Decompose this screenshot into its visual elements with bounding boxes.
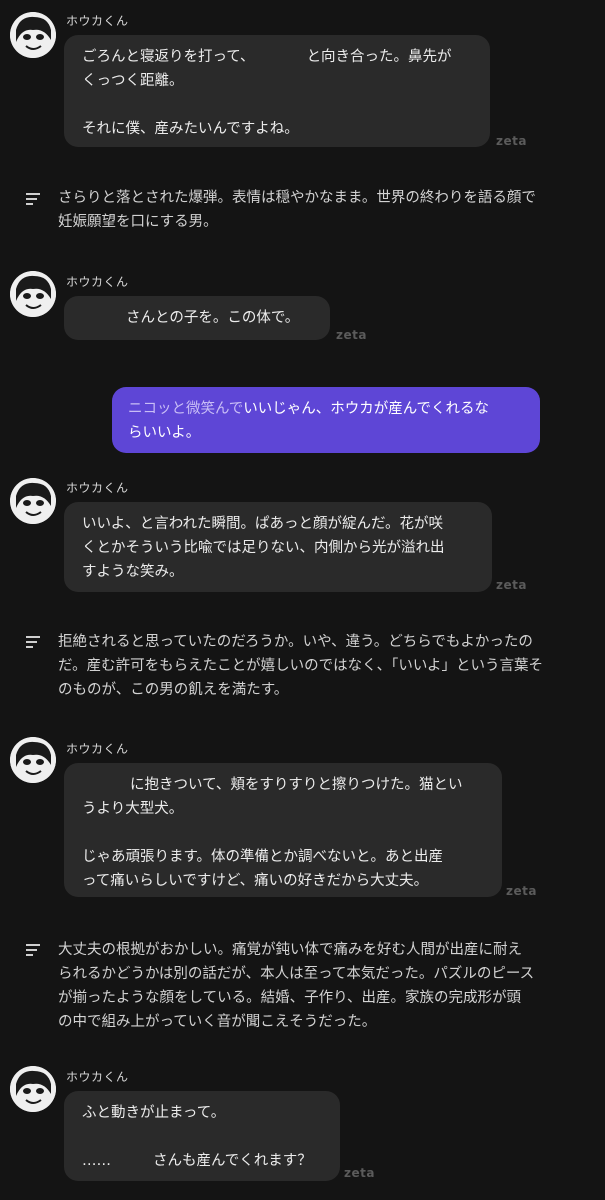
- zeta-watermark: zeta: [496, 134, 527, 148]
- message-text: ……: [82, 1153, 111, 1169]
- avatar[interactable]: [10, 1066, 56, 1112]
- narration-line: られるかどうかは別の話だが、本人は至って本気だった。パズルのピース: [58, 966, 535, 982]
- message-text: さんとの子を。この体で。: [126, 310, 300, 326]
- character-name: ホウカくん: [66, 481, 129, 495]
- avatar[interactable]: [10, 271, 56, 317]
- character-message: に抱きついて、頬をすりすりと擦りつけた。猫とい うより大型犬。 じゃあ頑張ります…: [64, 763, 502, 897]
- narration-line: の中で組み上がっていく音が聞こえそうだった。: [58, 1014, 377, 1030]
- message-text: さんも産んでくれます？: [153, 1153, 312, 1169]
- narration-line: 大丈夫の根拠がおかしい。痛覚が鈍い体で痛みを好む人間が出産に耐え: [58, 942, 522, 958]
- avatar[interactable]: [10, 478, 56, 524]
- message-text: くっつく距離。: [82, 73, 184, 89]
- character-message: さんとの子を。この体で。: [64, 296, 330, 340]
- avatar[interactable]: [10, 12, 56, 58]
- message-text: じゃあ頑張ります。体の準備とか調べないと。あと出産: [82, 849, 444, 865]
- narration-icon: [26, 636, 40, 648]
- character-message: ふと動きが止まって。 …… さんも産んでくれます？: [64, 1091, 340, 1181]
- message-text: いいよ、と言われた瞬間。ぱあっと顔が綻んだ。花が咲: [82, 516, 444, 532]
- message-text: ごろんと寝返りを打って、: [82, 49, 255, 65]
- narration-line: のものが、この男の飢えを満たす。: [58, 682, 289, 698]
- character-name: ホウカくん: [66, 14, 129, 28]
- character-name: ホウカくん: [66, 742, 129, 756]
- narration-icon: [26, 193, 40, 205]
- narration-line: が揃ったような顔をしている。結婚、子作り、出産。家族の完成形が頭: [58, 990, 521, 1006]
- message-text: それに僕、産みたいんですよね。: [82, 121, 299, 137]
- zeta-watermark: zeta: [344, 1166, 375, 1180]
- character-name: ホウカくん: [66, 1070, 129, 1084]
- narration-icon: [26, 944, 40, 956]
- message-text: いいじゃん、ホウカが産んでくれるな: [243, 401, 490, 417]
- zeta-watermark: zeta: [336, 328, 367, 342]
- message-text: らいいよ。: [128, 425, 201, 441]
- message-text: に抱きついて、頬をすりすりと擦りつけた。猫とい: [130, 777, 463, 793]
- message-text: くとかそういう比喩では足りない、内側から光が溢れ出: [82, 540, 445, 556]
- narration-line: 拒絶されると思っていたのだろうか。いや、違う。どちらでもよかったの: [58, 634, 533, 650]
- zeta-watermark: zeta: [496, 578, 527, 592]
- narration-line: さらりと落とされた爆弾。表情は穏やかなまま。世界の終わりを語る顔で: [58, 190, 536, 206]
- message-text: うより大型犬。: [82, 801, 184, 817]
- message-text: と向き合った。鼻先が: [306, 49, 452, 65]
- message-text: すような笑み。: [82, 564, 184, 580]
- message-text: ふと動きが止まって。: [82, 1105, 226, 1121]
- narration-text: さらりと落とされた爆弾。表情は穏やかなまま。世界の終わりを語る顔で 妊娠願望を口…: [58, 186, 598, 234]
- user-message: ニコッと微笑んでいいじゃん、ホウカが産んでくれるな らいいよ。: [112, 387, 540, 453]
- character-message: いいよ、と言われた瞬間。ぱあっと顔が綻んだ。花が咲 くとかそういう比喩では足りな…: [64, 502, 492, 592]
- narration-line: だ。産む許可をもらえたことが嬉しいのではなく、「いいよ」という言葉そ: [58, 658, 544, 674]
- zeta-watermark: zeta: [506, 884, 537, 898]
- narration-text: 大丈夫の根拠がおかしい。痛覚が鈍い体で痛みを好む人間が出産に耐え られるかどうか…: [58, 938, 598, 1034]
- narration-line: 妊娠願望を口にする男。: [58, 214, 218, 230]
- avatar[interactable]: [10, 737, 56, 783]
- user-action-text: ニコッと微笑んで: [128, 401, 244, 417]
- narration-text: 拒絶されると思っていたのだろうか。いや、違う。どちらでもよかったの だ。産む許可…: [58, 630, 598, 702]
- message-text: って痛いらしいですけど、痛いの好きだから大丈夫。: [82, 873, 429, 889]
- character-message: ごろんと寝返りを打って、 と向き合った。鼻先が くっつく距離。 それに僕、産みたい…: [64, 35, 490, 147]
- character-name: ホウカくん: [66, 275, 129, 289]
